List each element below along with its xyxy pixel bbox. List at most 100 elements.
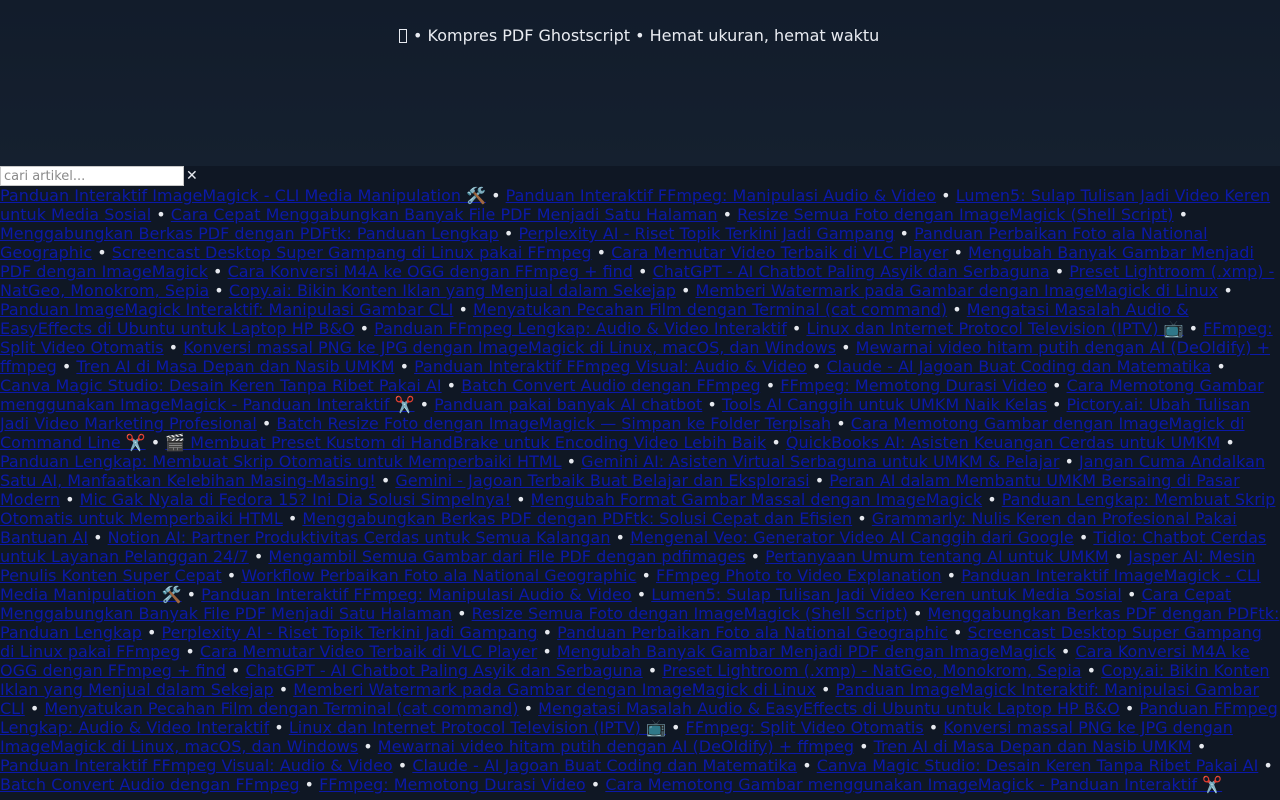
article-link[interactable]: Pertanyaan Umum tentang AI untuk UMKM [765,547,1108,566]
article-link[interactable]: Canva Magic Studio: Desain Keren Tanpa R… [0,376,442,395]
link-separator: • [665,718,686,737]
article-link[interactable]: FFmpeg Photo to Video Explanation [656,566,942,585]
article-link[interactable]: Claude - AI Jagoan Buat Coding dan Matem… [826,357,1211,376]
article-link[interactable]: Mewarnai video hitam putih dengan AI (De… [378,737,854,756]
article-link[interactable]: Canva Magic Studio: Desain Keren Tanpa R… [817,756,1259,775]
article-link[interactable]: Batch Resize Foto dengan ImageMagick — S… [276,414,831,433]
article-link[interactable]: Panduan FFmpeg Lengkap: Audio & Video In… [374,319,787,338]
article-link[interactable]: Panduan pakai banyak AI chatbot [434,395,702,414]
article-link[interactable]: ChatGPT - AI Chatbot Paling Asyik dan Se… [653,262,1050,281]
article-link[interactable]: Mic Gak Nyala di Fedora 15? Ini Dia Solu… [80,490,511,509]
article-link[interactable]: Notion AI: Partner Produktivitas Cerdas … [108,528,611,547]
article-link[interactable]: Gemini - Jagoan Terbaik Buat Belajar dan… [395,471,809,490]
link-separator: • [282,509,303,528]
article-link[interactable]: Konversi massal PNG ke JPG dengan ImageM… [183,338,836,357]
article-link[interactable]: Resize Semua Foto dengan ImageMagick (Sh… [737,205,1173,224]
link-separator: • [1046,395,1067,414]
link-separator: • [941,566,962,585]
article-link[interactable]: Linux dan Internet Protocol Television (… [806,319,1183,338]
article-link[interactable]: Preset Lightroom (.xmp) - NatGeo, Monokr… [662,661,1081,680]
link-separator: • [852,509,872,528]
search-input[interactable] [0,166,184,186]
link-separator: • [1121,585,1142,604]
article-link[interactable]: Panduan Interaktif FFmpeg: Manipulasi Au… [506,186,936,205]
article-link[interactable]: Mengenal Veo: Generator Video AI Canggih… [630,528,1074,547]
link-separator: • [836,338,856,357]
article-link[interactable]: Screencast Desktop Super Gampang di Linu… [112,243,592,262]
link-separator: • [815,680,836,699]
article-link[interactable]: Menggabungkan Berkas PDF dengan PDFtk: S… [302,509,852,528]
article-link[interactable]: FFmpeg: Split Video Otomatis [685,718,923,737]
link-separator: • [145,433,166,452]
header-tagline: • Kompres PDF Ghostscript • Hemat ukuran… [399,25,879,47]
article-link[interactable]: Panduan Lengkap: Membuat Skrip Otomatis … [0,452,562,471]
article-link[interactable]: Panduan Interaktif ImageMagick - CLI Med… [0,186,486,205]
article-link[interactable]: Tools AI Canggih untuk UMKM Naik Kelas [722,395,1047,414]
article-link[interactable]: Tren AI di Masa Depan dan Nasib UMKM [76,357,394,376]
article-link[interactable]: Batch Convert Audio dengan FFmpeg [461,376,760,395]
link-separator: • [141,623,162,642]
article-link[interactable]: Menyatukan Pecahan Film dengan Terminal … [44,699,518,718]
link-separator: • [60,490,80,509]
article-link[interactable]: Mengambil Semua Gambar dari File PDF den… [268,547,745,566]
article-link[interactable]: Cara Konversi M4A ke OGG dengan FFmpeg +… [228,262,633,281]
link-separator: • [56,357,77,376]
article-link[interactable]: Cara Cepat Menggabungkan Banyak File PDF… [171,205,718,224]
article-link[interactable]: Claude - AI Jagoan Buat Coding dan Matem… [412,756,797,775]
article-link[interactable]: Perplexity AI - Riset Topik Terkini Jadi… [162,623,538,642]
article-link[interactable]: FFmpeg: Memotong Durasi Video [319,775,586,794]
article-link[interactable]: Batch Convert Audio dengan FFmpeg [0,775,299,794]
article-link[interactable]: Mengubah Format Gambar Massal dengan Ima… [531,490,982,509]
article-link[interactable]: ChatGPT - AI Chatbot Paling Asyik dan Se… [246,661,643,680]
link-separator: • [453,300,473,319]
article-link[interactable]: Mengubah Banyak Gambar Menjadi PDF denga… [557,642,1056,661]
link-separator: • [92,243,112,262]
link-separator: • [24,699,45,718]
link-separator: • [537,642,557,661]
article-link[interactable]: Memberi Watermark pada Gambar dengan Ima… [696,281,1219,300]
article-link[interactable]: Gemini AI: Asisten Virtual Serbaguna unt… [581,452,1059,471]
article-link[interactable]: Tren AI di Masa Depan dan Nasib UMKM [874,737,1192,756]
article-link[interactable]: Perplexity AI - Riset Topik Terkini Jadi… [518,224,894,243]
link-separator: • [358,737,378,756]
article-link[interactable]: Memberi Watermark pada Gambar dengan Ima… [293,680,816,699]
article-link[interactable]: Cara Memutar Video Terbaik di VLC Player [611,243,948,262]
missing-glyph-icon [399,29,407,43]
search-bar: ✕ [0,166,198,186]
link-separator: • [786,319,807,338]
link-separator: • [894,224,915,243]
article-link[interactable]: Panduan Perbaikan Foto ala National Geog… [557,623,948,642]
article-link[interactable]: Cara Memutar Video Terbaik di VLC Player [200,642,537,661]
article-link[interactable]: Mengatasi Masalah Audio & EasyEffects di… [538,699,1120,718]
article-link[interactable]: QuickBooks AI: Asisten Keuangan Cerdas u… [786,433,1220,452]
link-separator: • [982,490,1002,509]
article-link[interactable]: Panduan ImageMagick Interaktif: Manipula… [0,300,453,319]
article-link[interactable]: FFmpeg: Memotong Durasi Video [780,376,1047,395]
article-link[interactable]: Workflow Perbaikan Foto ala National Geo… [241,566,636,585]
link-separator: • [1119,699,1140,718]
link-separator: • [88,528,108,547]
article-link[interactable]: Copy.ai: Bikin Konten Iklan yang Menjual… [229,281,676,300]
article-link[interactable]: Panduan Interaktif FFmpeg: Manipulasi Au… [201,585,631,604]
article-link[interactable]: Cara Memotong Gambar menggunakan ImageMa… [605,775,1222,794]
link-separator: • [273,680,294,699]
link-separator: • [269,718,289,737]
article-link[interactable]: Lumen5: Sulap Tulisan Jadi Video Keren u… [651,585,1122,604]
article-link[interactable]: Menyatukan Pecahan Film dengan Terminal … [473,300,947,319]
article-link[interactable]: Resize Semua Foto dengan ImageMagick (Sh… [472,604,908,623]
article-link[interactable]: Panduan Interaktif FFmpeg Visual: Audio … [414,357,807,376]
link-separator: • [354,319,375,338]
article-link[interactable]: Linux dan Internet Protocol Television (… [289,718,666,737]
article-link[interactable]: 🎬 Membuat Preset Kustom di HandBrake unt… [165,433,766,452]
link-separator: • [207,262,228,281]
link-separator: • [632,262,653,281]
link-separator: • [923,718,944,737]
clear-search-icon[interactable]: ✕ [186,166,198,186]
link-separator: • [537,623,558,642]
link-separator: • [1059,452,1080,471]
link-separator: • [1046,376,1067,395]
link-separator: • [831,414,851,433]
link-separator: • [221,566,242,585]
article-link[interactable]: Menggabungkan Berkas PDF dengan PDFtk: P… [0,224,499,243]
article-link[interactable]: Panduan Interaktif FFmpeg Visual: Audio … [0,756,393,775]
